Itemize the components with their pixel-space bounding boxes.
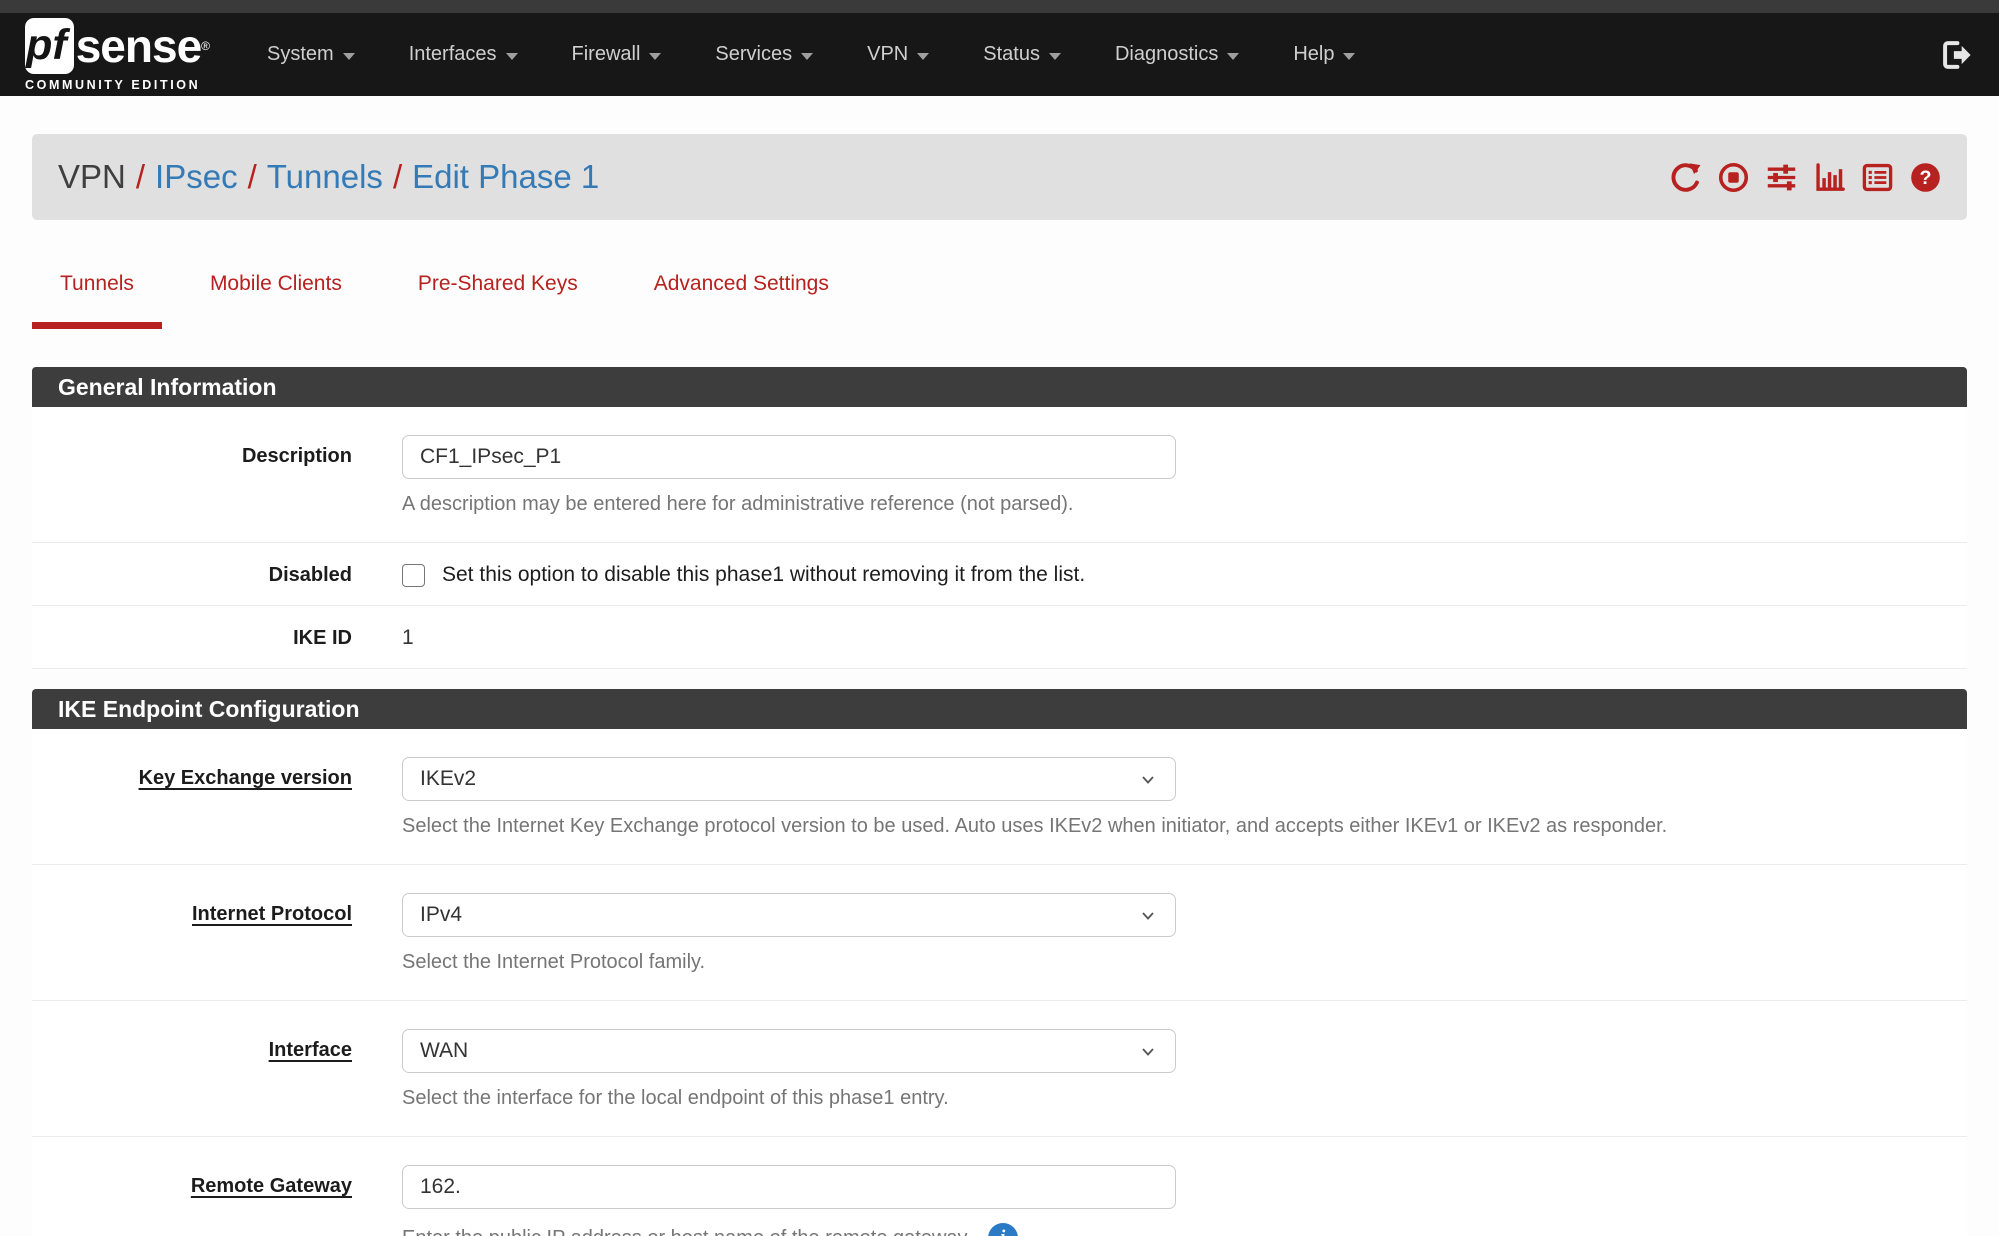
ike-id-label: IKE ID [32,627,352,650]
key-exchange-label: Key Exchange version [32,757,352,838]
remote-gateway-label: Remote Gateway [32,1165,352,1236]
interface-row: Interface WAN Select the interface for t… [32,1001,1967,1137]
general-information-panel: General Information Description A descri… [32,367,1967,669]
interface-label: Interface [32,1029,352,1110]
disabled-checkbox[interactable] [402,564,425,587]
chevron-down-icon [1138,905,1158,925]
ike-endpoint-header: IKE Endpoint Configuration [32,689,1967,729]
logo-sense-text: sense [76,19,201,73]
description-input[interactable] [402,435,1176,479]
chevron-down-icon [506,53,518,60]
help-icon[interactable]: ? [1910,162,1941,193]
chevron-down-icon [1227,53,1239,60]
chevron-down-icon [1138,1041,1158,1061]
ike-id-row: IKE ID 1 [32,606,1967,669]
remote-gateway-input[interactable] [402,1165,1176,1209]
interface-select[interactable]: WAN [402,1029,1176,1073]
stop-icon[interactable] [1718,162,1749,193]
general-information-header: General Information [32,367,1967,407]
tab-advanced-settings[interactable]: Advanced Settings [626,272,857,329]
breadcrumb-root: VPN [58,158,126,195]
description-label: Description [32,435,352,516]
key-exchange-value: IKEv2 [420,767,476,791]
key-exchange-help: Select the Internet Key Exchange protoco… [402,815,1967,838]
breadcrumb-link-tunnels[interactable]: Tunnels [267,158,383,195]
sign-out-icon[interactable] [1939,38,1973,72]
interface-help: Select the interface for the local endpo… [402,1087,1967,1110]
nav-item-status[interactable]: Status [956,43,1088,66]
internet-protocol-help: Select the Internet Protocol family. [402,951,1967,974]
nav-menu: System Interfaces Firewall Services VPN … [240,43,1382,66]
ike-id-value: 1 [402,626,1967,650]
description-row: Description A description may be entered… [32,407,1967,543]
key-exchange-select[interactable]: IKEv2 [402,757,1176,801]
logo-subtitle: COMMUNITY EDITION [25,78,210,92]
description-help: A description may be entered here for ad… [402,493,1967,516]
chevron-down-icon [801,53,813,60]
nav-item-system[interactable]: System [240,43,382,66]
breadcrumb-bar: VPN/IPsec/Tunnels/Edit Phase 1 [32,134,1967,220]
internet-protocol-select[interactable]: IPv4 [402,893,1176,937]
registered-mark: ® [201,39,210,53]
tab-mobile-clients[interactable]: Mobile Clients [182,272,370,329]
chevron-down-icon [1138,769,1158,789]
chevron-down-icon [1343,53,1355,60]
interface-value: WAN [420,1039,468,1063]
nav-item-firewall[interactable]: Firewall [545,43,689,66]
svg-text:?: ? [1919,167,1931,189]
list-icon[interactable] [1862,162,1893,193]
chevron-down-icon [649,53,661,60]
tab-pre-shared-keys[interactable]: Pre-Shared Keys [390,272,606,329]
nav-item-vpn[interactable]: VPN [840,43,956,66]
page-action-icons: ? [1670,162,1941,193]
ike-endpoint-panel: IKE Endpoint Configuration Key Exchange … [32,689,1967,1236]
breadcrumb-link-ipsec[interactable]: IPsec [155,158,238,195]
tab-bar: Tunnels Mobile Clients Pre-Shared Keys A… [32,272,1999,329]
internet-protocol-value: IPv4 [420,903,462,927]
nav-item-help[interactable]: Help [1266,43,1382,66]
chevron-down-icon [917,53,929,60]
disabled-label: Disabled [32,564,352,587]
top-strip [0,0,1999,13]
pfsense-logo[interactable]: pfsense® COMMUNITY EDITION [25,18,210,92]
disabled-checkbox-label: Set this option to disable this phase1 w… [442,563,1085,587]
refresh-icon[interactable] [1670,162,1701,193]
chevron-down-icon [1049,53,1061,60]
sliders-icon[interactable] [1766,162,1797,193]
key-exchange-row: Key Exchange version IKEv2 Select the In… [32,729,1967,865]
internet-protocol-label: Internet Protocol [32,893,352,974]
chevron-down-icon [343,53,355,60]
main-navbar: pfsense® COMMUNITY EDITION System Interf… [0,13,1999,96]
breadcrumb: VPN/IPsec/Tunnels/Edit Phase 1 [58,158,599,196]
breadcrumb-link-edit-phase-1[interactable]: Edit Phase 1 [412,158,599,195]
pf-logo-box: pf [25,18,74,74]
tab-tunnels[interactable]: Tunnels [32,272,162,329]
remote-gateway-row: Remote Gateway Enter the public IP addre… [32,1137,1967,1236]
internet-protocol-row: Internet Protocol IPv4 Select the Intern… [32,865,1967,1001]
nav-item-diagnostics[interactable]: Diagnostics [1088,43,1266,66]
nav-item-interfaces[interactable]: Interfaces [382,43,545,66]
disabled-row: Disabled Set this option to disable this… [32,543,1967,606]
remote-gateway-help: Enter the public IP address or host name… [402,1223,1967,1236]
info-icon[interactable]: i [988,1223,1018,1236]
nav-item-services[interactable]: Services [688,43,840,66]
bar-chart-icon[interactable] [1814,162,1845,193]
